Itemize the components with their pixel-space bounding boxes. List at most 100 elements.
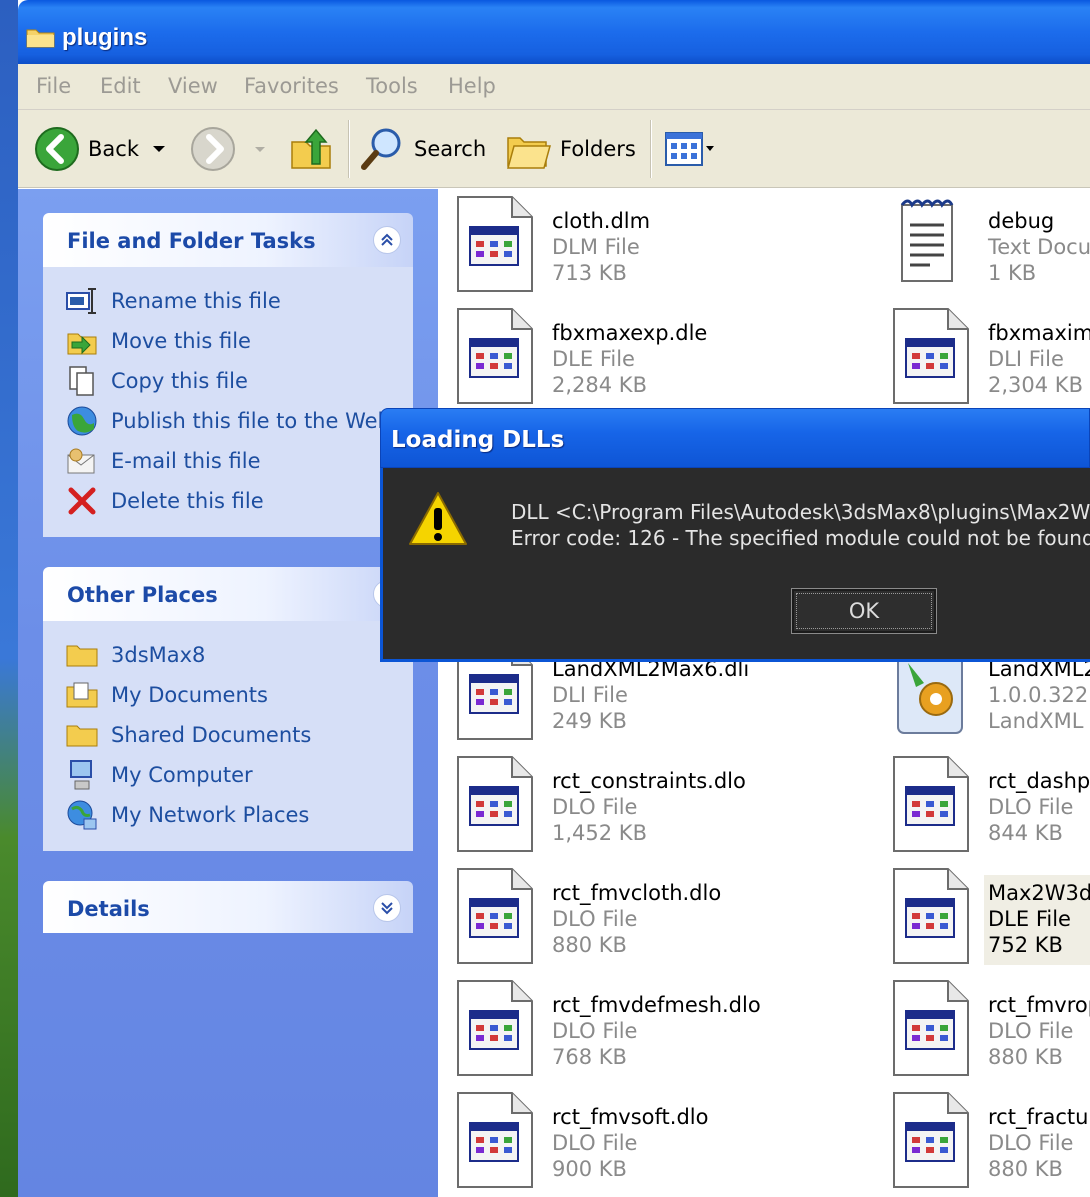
expand-chevron-icon[interactable] xyxy=(373,894,401,922)
details-header[interactable]: Details xyxy=(43,881,413,933)
file-item[interactable]: rct_fmvcloth.dlo DLO File 880 KB xyxy=(456,867,876,971)
window-title: plugins xyxy=(62,24,148,51)
file-and-folder-tasks-group: File and Folder Tasks Rename this file M xyxy=(43,213,413,537)
file-item[interactable]: fbxmaximp DLI File 2,304 KB xyxy=(892,307,1090,411)
toolbar-separator xyxy=(348,120,350,178)
file-item-selected[interactable]: Max2W3d. DLE File 752 KB xyxy=(892,867,1090,971)
file-name: Max2W3d. xyxy=(988,881,1090,905)
task-email[interactable]: E-mail this file xyxy=(43,441,413,481)
back-arrow-icon xyxy=(35,127,79,171)
dialog-title-bar[interactable]: Loading DLLs xyxy=(380,408,1090,468)
dll-file-icon xyxy=(457,196,533,292)
warning-icon xyxy=(409,492,467,545)
place-my-network-places[interactable]: My Network Places xyxy=(43,795,413,835)
file-name: rct_dashpo xyxy=(988,769,1090,793)
place-shared-documents[interactable]: Shared Documents xyxy=(43,715,413,755)
other-places-group: Other Places 3dsMax8 My Documents Shared… xyxy=(43,567,413,851)
task-publish[interactable]: Publish this file to the Web xyxy=(43,401,413,441)
place-3dsmax8[interactable]: 3dsMax8 xyxy=(43,635,413,675)
file-size: 1,452 KB xyxy=(552,821,647,845)
task-rename[interactable]: Rename this file xyxy=(43,281,413,321)
file-item[interactable]: fbxmaxexp.dle DLE File 2,284 KB xyxy=(456,307,876,411)
up-folder-button[interactable] xyxy=(288,124,334,174)
toolbar-separator xyxy=(650,120,652,178)
place-my-computer[interactable]: My Computer xyxy=(43,755,413,795)
file-size: 844 KB xyxy=(988,821,1063,845)
forward-button[interactable] xyxy=(190,124,268,174)
folder-icon xyxy=(65,638,99,672)
views-button[interactable] xyxy=(664,124,714,174)
place-label: 3dsMax8 xyxy=(111,643,206,667)
dll-file-icon xyxy=(457,1092,533,1188)
title-bar[interactable]: plugins xyxy=(18,0,1090,64)
menu-file[interactable]: File xyxy=(36,74,71,98)
file-size: 880 KB xyxy=(988,1045,1063,1069)
folder-icon xyxy=(26,29,55,48)
folders-button[interactable]: Folders xyxy=(504,124,636,174)
file-name: rct_fmvrop xyxy=(988,993,1090,1017)
other-places-list: 3dsMax8 My Documents Shared Documents My… xyxy=(43,621,413,851)
collapse-chevron-icon[interactable] xyxy=(373,226,401,254)
file-item[interactable]: rct_fmvrop DLO File 880 KB xyxy=(892,979,1090,1083)
file-type: DLI File xyxy=(988,347,1064,371)
menu-favorites[interactable]: Favorites xyxy=(244,74,339,98)
file-name: fbxmaxexp.dle xyxy=(552,321,708,345)
file-size: 2,304 KB xyxy=(988,373,1083,397)
file-type: DLE File xyxy=(988,907,1071,931)
file-size: 2,284 KB xyxy=(552,373,647,397)
menu-edit[interactable]: Edit xyxy=(100,74,141,98)
file-type: DLO File xyxy=(552,795,638,819)
place-label: My Computer xyxy=(111,763,253,787)
back-button[interactable]: Back xyxy=(34,124,169,174)
dll-file-icon xyxy=(457,980,533,1076)
task-delete[interactable]: Delete this file xyxy=(43,481,413,521)
forward-dropdown-icon xyxy=(255,147,265,152)
menu-help[interactable]: Help xyxy=(448,74,496,98)
file-size: LandXML Ir xyxy=(988,709,1090,733)
copy-icon xyxy=(65,364,99,398)
my-computer-icon xyxy=(65,758,99,792)
file-item[interactable]: rct_fmvsoft.dlo DLO File 900 KB xyxy=(456,1091,876,1195)
other-places-header[interactable]: Other Places xyxy=(43,567,413,621)
file-item[interactable]: rct_dashpo DLO File 844 KB xyxy=(892,755,1090,859)
menu-view[interactable]: View xyxy=(168,74,218,98)
ok-button-label: OK xyxy=(796,593,932,629)
file-name: rct_fmvcloth.dlo xyxy=(552,881,722,905)
delete-icon xyxy=(65,484,99,518)
back-dropdown-icon[interactable] xyxy=(149,139,169,159)
dll-file-icon xyxy=(457,756,533,852)
file-name: rct_fmvsoft.dlo xyxy=(552,1105,709,1129)
task-move[interactable]: Move this file xyxy=(43,321,413,361)
file-item[interactable]: cloth.dlm DLM File 713 KB xyxy=(456,195,876,299)
ok-button[interactable]: OK xyxy=(791,588,937,634)
file-item[interactable]: debug Text Docur 1 KB xyxy=(892,195,1090,299)
search-button[interactable]: Search xyxy=(358,124,486,174)
task-label: Copy this file xyxy=(111,369,248,393)
task-copy[interactable]: Copy this file xyxy=(43,361,413,401)
file-type: DLO File xyxy=(552,1019,638,1043)
task-label: Rename this file xyxy=(111,289,281,313)
place-label: Shared Documents xyxy=(111,723,312,747)
place-my-documents[interactable]: My Documents xyxy=(43,675,413,715)
file-item[interactable]: rct_constraints.dlo DLO File 1,452 KB xyxy=(456,755,876,859)
network-places-icon xyxy=(65,798,99,832)
dialog-message-line2: Error code: 126 - The specified module c… xyxy=(511,526,1090,550)
details-group: Details xyxy=(43,881,413,933)
back-label: Back xyxy=(88,137,139,161)
file-name: cloth.dlm xyxy=(552,209,651,233)
file-name: rct_constraints.dlo xyxy=(552,769,746,793)
task-pane: File and Folder Tasks Rename this file M xyxy=(18,189,438,1197)
up-folder-icon xyxy=(291,128,331,169)
file-and-folder-tasks-header[interactable]: File and Folder Tasks xyxy=(43,213,413,267)
file-item[interactable]: rct_fmvdefmesh.dlo DLO File 768 KB xyxy=(456,979,876,1083)
menu-tools[interactable]: Tools xyxy=(366,74,418,98)
file-size: 713 KB xyxy=(552,261,627,285)
task-label: Move this file xyxy=(111,329,251,353)
dialog-title: Loading DLLs xyxy=(391,427,565,453)
text-file-icon xyxy=(900,199,954,282)
file-item[interactable]: rct_fractur DLO File 880 KB xyxy=(892,1091,1090,1195)
file-type: DLM File xyxy=(552,235,640,259)
move-icon xyxy=(65,324,99,358)
file-type: Text Docur xyxy=(988,235,1090,259)
group-title: Other Places xyxy=(67,583,218,607)
